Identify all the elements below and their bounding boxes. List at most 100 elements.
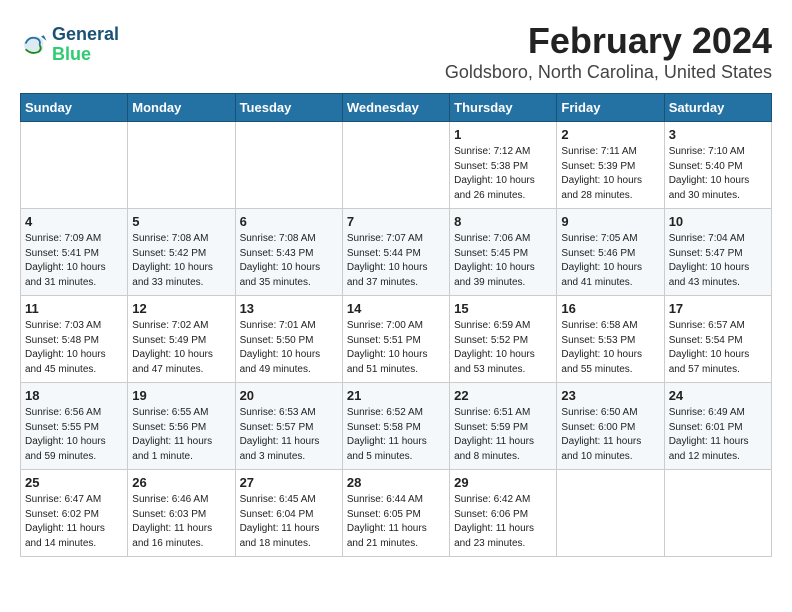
table-row: 12Sunrise: 7:02 AM Sunset: 5:49 PM Dayli…: [128, 296, 235, 383]
day-info: Sunrise: 6:44 AM Sunset: 6:05 PM Dayligh…: [347, 493, 445, 551]
day-info: Sunrise: 6:49 AM Sunset: 6:01 PM Dayligh…: [669, 406, 767, 464]
col-friday: Friday: [557, 94, 664, 122]
table-row: 1 Sunrise: 7:12 AM Sunset: 5:38 PM Daylig…: [450, 122, 557, 209]
logo-text: General Blue: [52, 25, 119, 65]
day-info: Sunrise: 7:06 AM Sunset: 5:45 PM Dayligh…: [454, 232, 552, 290]
table-row: 21 Sunrise: 6:52 AM Sunset: 5:58 PM Dayli…: [342, 383, 449, 470]
day-info: Sunrise: 7:05 AM Sunset: 5:46 PM Dayligh…: [561, 232, 659, 290]
day-info: Sunrise: 7:12 AM Sunset: 5:38 PM Dayligh…: [454, 145, 552, 203]
table-row: 10Sunrise: 7:04 AM Sunset: 5:47 PM Dayli…: [664, 209, 771, 296]
day-info: Sunrise: 7:00 AM Sunset: 5:51 PM Dayligh…: [347, 319, 445, 377]
day-info: Sunrise: 7:11 AM Sunset: 5:39 PM Dayligh…: [561, 145, 659, 203]
logo: General Blue: [20, 25, 119, 65]
day-number: 18: [25, 388, 123, 403]
table-row: [664, 470, 771, 557]
day-info: Sunrise: 7:07 AM Sunset: 5:44 PM Dayligh…: [347, 232, 445, 290]
table-row: 27 Sunrise: 6:45 AM Sunset: 6:04 PM Dayli…: [235, 470, 342, 557]
day-info: Sunrise: 7:08 AM Sunset: 5:43 PM Dayligh…: [240, 232, 338, 290]
day-number: 11: [25, 301, 123, 316]
table-row: 28 Sunrise: 6:44 AM Sunset: 6:05 PM Dayli…: [342, 470, 449, 557]
day-number: 15: [454, 301, 552, 316]
day-number: 5: [132, 214, 230, 229]
table-row: [557, 470, 664, 557]
calendar-header-row: Sunday Monday Tuesday Wednesday Thursday…: [21, 94, 772, 122]
logo-icon: [20, 31, 48, 59]
day-info: Sunrise: 6:55 AM Sunset: 5:56 PM Dayligh…: [132, 406, 230, 464]
day-info: Sunrise: 6:58 AM Sunset: 5:53 PM Dayligh…: [561, 319, 659, 377]
table-row: 11 Sunrise: 7:03 AM Sunset: 5:48 PM Dayli…: [21, 296, 128, 383]
page-header: General Blue February 2024 Goldsboro, No…: [20, 20, 772, 93]
day-number: 28: [347, 475, 445, 490]
day-info: Sunrise: 7:08 AM Sunset: 5:42 PM Dayligh…: [132, 232, 230, 290]
logo-line1: General: [52, 25, 119, 45]
table-row: [128, 122, 235, 209]
day-info: Sunrise: 6:56 AM Sunset: 5:55 PM Dayligh…: [25, 406, 123, 464]
day-info: Sunrise: 6:45 AM Sunset: 6:04 PM Dayligh…: [240, 493, 338, 551]
day-number: 1: [454, 127, 552, 142]
day-info: Sunrise: 6:42 AM Sunset: 6:06 PM Dayligh…: [454, 493, 552, 551]
table-row: 20 Sunrise: 6:53 AM Sunset: 5:57 PM Dayli…: [235, 383, 342, 470]
table-row: 23 Sunrise: 6:50 AM Sunset: 6:00 PM Dayli…: [557, 383, 664, 470]
page-title: February 2024: [20, 20, 772, 62]
day-info: Sunrise: 6:52 AM Sunset: 5:58 PM Dayligh…: [347, 406, 445, 464]
day-number: 23: [561, 388, 659, 403]
day-number: 4: [25, 214, 123, 229]
table-row: 25 Sunrise: 6:47 AM Sunset: 6:02 PM Dayli…: [21, 470, 128, 557]
table-row: 22Sunrise: 6:51 AM Sunset: 5:59 PM Dayli…: [450, 383, 557, 470]
title-block: February 2024 Goldsboro, North Carolina,…: [20, 20, 772, 83]
calendar-week-row: 11 Sunrise: 7:03 AM Sunset: 5:48 PM Dayli…: [21, 296, 772, 383]
calendar-week-row: 25 Sunrise: 6:47 AM Sunset: 6:02 PM Dayli…: [21, 470, 772, 557]
page-subtitle: Goldsboro, North Carolina, United States: [20, 62, 772, 83]
col-sunday: Sunday: [21, 94, 128, 122]
day-info: Sunrise: 6:47 AM Sunset: 6:02 PM Dayligh…: [25, 493, 123, 551]
table-row: 19 Sunrise: 6:55 AM Sunset: 5:56 PM Dayli…: [128, 383, 235, 470]
col-wednesday: Wednesday: [342, 94, 449, 122]
day-info: Sunrise: 6:57 AM Sunset: 5:54 PM Dayligh…: [669, 319, 767, 377]
table-row: 17 Sunrise: 6:57 AM Sunset: 5:54 PM Dayli…: [664, 296, 771, 383]
table-row: 24 Sunrise: 6:49 AM Sunset: 6:01 PM Dayli…: [664, 383, 771, 470]
table-row: 2Sunrise: 7:11 AM Sunset: 5:39 PM Daylig…: [557, 122, 664, 209]
day-number: 25: [25, 475, 123, 490]
day-info: Sunrise: 6:46 AM Sunset: 6:03 PM Dayligh…: [132, 493, 230, 551]
day-number: 24: [669, 388, 767, 403]
table-row: 13 Sunrise: 7:01 AM Sunset: 5:50 PM Dayli…: [235, 296, 342, 383]
table-row: 7 Sunrise: 7:07 AM Sunset: 5:44 PM Daylig…: [342, 209, 449, 296]
logo-line2: Blue: [52, 45, 119, 65]
day-number: 8: [454, 214, 552, 229]
day-number: 7: [347, 214, 445, 229]
day-info: Sunrise: 7:02 AM Sunset: 5:49 PM Dayligh…: [132, 319, 230, 377]
day-number: 3: [669, 127, 767, 142]
table-row: 6 Sunrise: 7:08 AM Sunset: 5:43 PM Daylig…: [235, 209, 342, 296]
table-row: 26 Sunrise: 6:46 AM Sunset: 6:03 PM Dayli…: [128, 470, 235, 557]
calendar-table: Sunday Monday Tuesday Wednesday Thursday…: [20, 93, 772, 557]
day-number: 6: [240, 214, 338, 229]
calendar-week-row: 18 Sunrise: 6:56 AM Sunset: 5:55 PM Dayli…: [21, 383, 772, 470]
table-row: 14Sunrise: 7:00 AM Sunset: 5:51 PM Dayli…: [342, 296, 449, 383]
day-number: 19: [132, 388, 230, 403]
day-info: Sunrise: 6:50 AM Sunset: 6:00 PM Dayligh…: [561, 406, 659, 464]
day-info: Sunrise: 7:09 AM Sunset: 5:41 PM Dayligh…: [25, 232, 123, 290]
day-info: Sunrise: 6:53 AM Sunset: 5:57 PM Dayligh…: [240, 406, 338, 464]
day-info: Sunrise: 7:03 AM Sunset: 5:48 PM Dayligh…: [25, 319, 123, 377]
day-info: Sunrise: 7:04 AM Sunset: 5:47 PM Dayligh…: [669, 232, 767, 290]
day-number: 16: [561, 301, 659, 316]
col-monday: Monday: [128, 94, 235, 122]
day-number: 17: [669, 301, 767, 316]
table-row: 29 Sunrise: 6:42 AM Sunset: 6:06 PM Dayli…: [450, 470, 557, 557]
day-info: Sunrise: 7:01 AM Sunset: 5:50 PM Dayligh…: [240, 319, 338, 377]
day-number: 20: [240, 388, 338, 403]
day-info: Sunrise: 7:10 AM Sunset: 5:40 PM Dayligh…: [669, 145, 767, 203]
day-number: 26: [132, 475, 230, 490]
table-row: 15Sunrise: 6:59 AM Sunset: 5:52 PM Dayli…: [450, 296, 557, 383]
table-row: 8 Sunrise: 7:06 AM Sunset: 5:45 PM Daylig…: [450, 209, 557, 296]
day-number: 13: [240, 301, 338, 316]
day-number: 21: [347, 388, 445, 403]
table-row: [21, 122, 128, 209]
day-number: 9: [561, 214, 659, 229]
col-saturday: Saturday: [664, 94, 771, 122]
table-row: 9 Sunrise: 7:05 AM Sunset: 5:46 PM Daylig…: [557, 209, 664, 296]
table-row: 18 Sunrise: 6:56 AM Sunset: 5:55 PM Dayli…: [21, 383, 128, 470]
day-number: 27: [240, 475, 338, 490]
calendar-week-row: 4 Sunrise: 7:09 AM Sunset: 5:41 PM Daylig…: [21, 209, 772, 296]
day-number: 29: [454, 475, 552, 490]
